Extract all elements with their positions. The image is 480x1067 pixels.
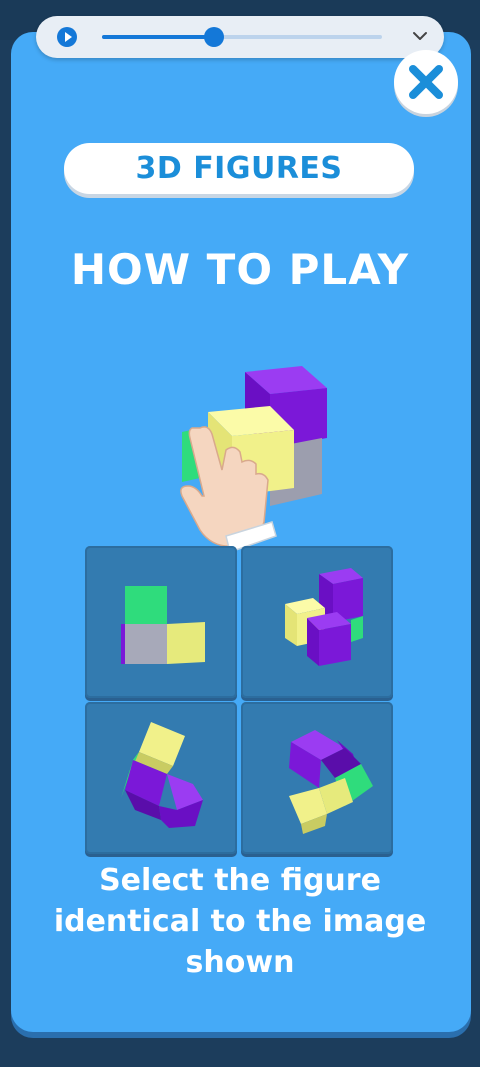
chevron-down-icon[interactable] — [410, 26, 430, 46]
game-title: 3D FIGURES — [135, 151, 343, 186]
option-1-figure — [121, 586, 205, 664]
media-seek-track[interactable] — [102, 27, 382, 47]
reference-figure-illustration — [180, 366, 327, 553]
instructions-text: Select the figure identical to the image… — [53, 863, 427, 980]
options-grid — [85, 546, 395, 856]
game-title-badge: 3D FIGURES — [64, 143, 414, 194]
close-icon — [409, 65, 443, 99]
option-2-figure — [285, 568, 363, 666]
media-seek-knob[interactable] — [204, 27, 224, 47]
option-2[interactable] — [241, 546, 393, 698]
media-control-bar — [36, 16, 444, 58]
close-button[interactable] — [394, 50, 458, 114]
media-seek-fill — [102, 35, 214, 39]
play-icon[interactable] — [57, 27, 77, 47]
option-4[interactable] — [241, 702, 393, 854]
option-3[interactable] — [85, 702, 237, 854]
how-to-play-heading: HOW TO PLAY — [70, 245, 410, 294]
option-4-figure — [289, 730, 373, 834]
option-1[interactable] — [85, 546, 237, 698]
option-3-figure — [121, 722, 203, 828]
